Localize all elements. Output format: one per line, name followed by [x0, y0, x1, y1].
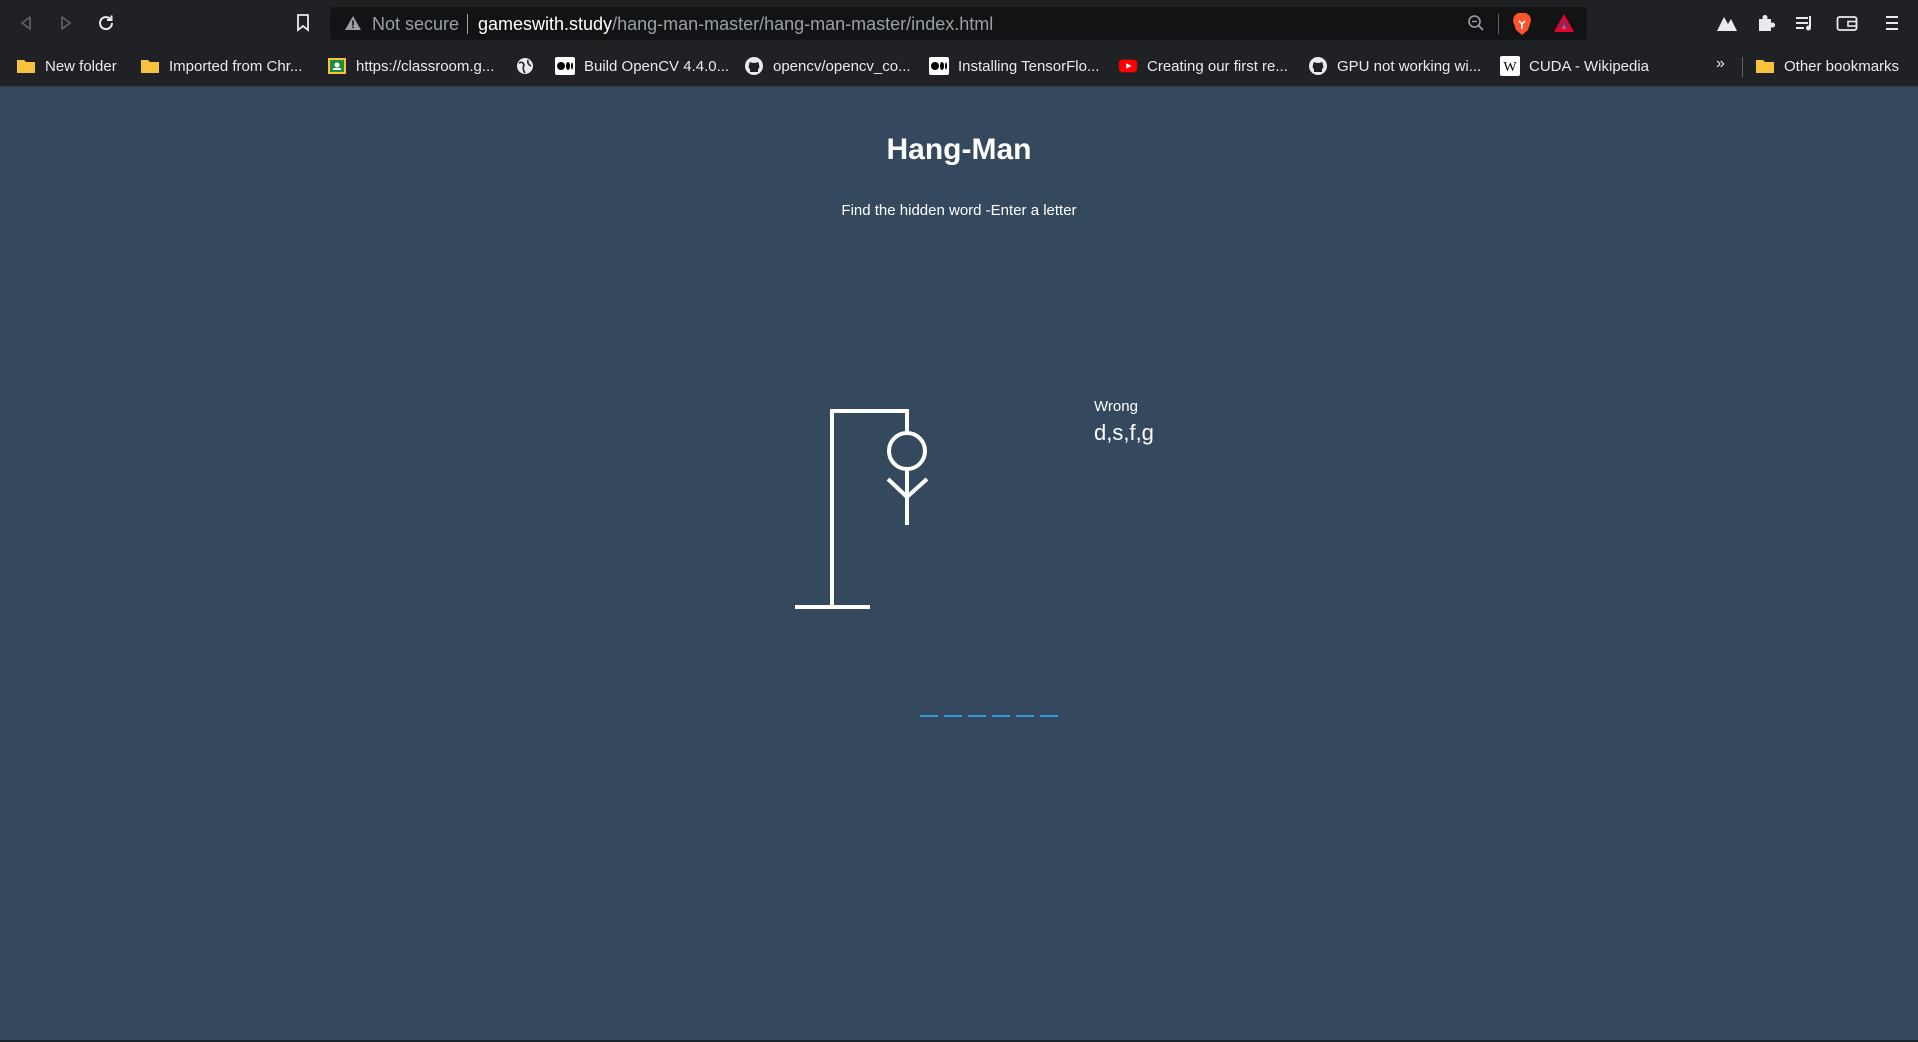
playlist-icon[interactable]	[1791, 9, 1819, 37]
game-page: Hang-Man Find the hidden word -Enter a l…	[0, 87, 1918, 1042]
bookmark-new-folder[interactable]: New folder	[16, 55, 117, 77]
bookmarks-separator	[1742, 57, 1743, 77]
github-icon	[1308, 56, 1328, 76]
warning-icon	[344, 15, 362, 36]
medium-icon	[555, 56, 575, 76]
hangman-head	[887, 431, 927, 471]
bookmark-label: Imported from Chr...	[169, 57, 303, 75]
hangman-right-arm	[905, 477, 929, 499]
letter-slot	[968, 715, 986, 717]
browser-toolbar: Not secure gameswith.study/hang-man-mast…	[0, 0, 1918, 47]
security-label[interactable]: Not secure	[372, 14, 459, 35]
hangman-left-arm	[886, 477, 909, 499]
bookmark-label: Installing TensorFlo...	[958, 57, 1100, 75]
bookmark-label: CUDA - Wikipedia	[1529, 57, 1650, 75]
youtube-icon	[1118, 56, 1138, 76]
back-button[interactable]	[9, 7, 43, 39]
wrong-letters: d,s,f,g	[1094, 420, 1154, 445]
hidden-word	[920, 715, 1058, 717]
bookmark-button[interactable]	[286, 7, 320, 39]
hangman-figure	[795, 409, 929, 609]
address-bar[interactable]: Not secure gameswith.study/hang-man-mast…	[330, 7, 1587, 40]
folder-icon	[1755, 56, 1775, 76]
bookmark-build-opencv[interactable]: Build OpenCV 4.4.0...	[555, 55, 729, 77]
bookmark-classroom[interactable]: https://classroom.g...	[327, 55, 494, 77]
letter-slot	[1040, 715, 1058, 717]
folder-icon	[140, 56, 160, 76]
github-icon	[744, 56, 764, 76]
address-separator-2	[1498, 14, 1499, 34]
wikipedia-icon: W	[1500, 56, 1520, 76]
letter-slot	[992, 715, 1010, 717]
wallet-icon[interactable]	[1833, 9, 1861, 37]
bookmark-label: opencv/opencv_co...	[773, 57, 911, 75]
brave-shields-icon[interactable]	[1511, 12, 1533, 41]
svg-text:W: W	[1503, 60, 1517, 75]
url-text[interactable]: gameswith.study/hang-man-master/hang-man…	[478, 14, 993, 35]
bookmark-label: Creating our first re...	[1147, 57, 1288, 75]
reload-button[interactable]	[89, 7, 123, 39]
other-bookmarks-label: Other bookmarks	[1784, 57, 1900, 75]
back-arrow-icon	[21, 16, 31, 30]
wrong-label: Wrong	[1094, 398, 1138, 415]
globe-icon	[515, 56, 535, 76]
bookmark-youtube[interactable]: Creating our first re...	[1118, 55, 1288, 77]
forward-button[interactable]	[49, 7, 83, 39]
bookmark-opencv-contrib[interactable]: opencv/opencv_co...	[744, 55, 911, 77]
extensions-icon[interactable]	[1752, 9, 1780, 37]
more-bookmarks-button[interactable]: »	[1716, 55, 1725, 73]
page-title: Hang-Man	[886, 133, 1032, 166]
bookmark-imported[interactable]: Imported from Chr...	[140, 55, 302, 77]
bookmark-label: Build OpenCV 4.4.0...	[584, 57, 730, 75]
bookmark-gpu-issue[interactable]: GPU not working wi...	[1308, 55, 1481, 77]
bookmark-icon	[297, 14, 309, 32]
bookmark-globe[interactable]	[515, 55, 544, 77]
letter-slot	[1016, 715, 1034, 717]
url-path: /hang-man-master/hang-man-master/index.h…	[612, 14, 994, 34]
zoom-icon[interactable]	[1467, 14, 1485, 37]
address-separator	[467, 14, 468, 34]
letter-slot	[944, 715, 962, 717]
folder-icon	[16, 56, 36, 76]
bookmark-label: GPU not working wi...	[1337, 57, 1482, 75]
forward-arrow-icon	[61, 16, 71, 30]
bookmark-label: https://classroom.g...	[356, 57, 495, 75]
menu-icon[interactable]	[1878, 9, 1906, 37]
bookmark-cuda-wikipedia[interactable]: W CUDA - Wikipedia	[1500, 55, 1649, 77]
vpn-icon[interactable]	[1713, 9, 1741, 37]
brave-rewards-icon[interactable]	[1553, 13, 1575, 38]
reload-icon	[99, 15, 114, 31]
bookmark-other[interactable]: Other bookmarks	[1755, 55, 1899, 77]
url-host: gameswith.study	[478, 14, 613, 34]
bookmark-label: New folder	[45, 57, 117, 75]
classroom-icon	[327, 56, 347, 76]
instructions-text: Find the hidden word -Enter a letter	[841, 202, 1077, 219]
medium-icon	[929, 56, 949, 76]
bookmarks-bar: New folder Imported from Chr... https://…	[0, 47, 1918, 87]
letter-slot	[920, 715, 938, 717]
bookmark-tensorflow[interactable]: Installing TensorFlo...	[929, 55, 1099, 77]
